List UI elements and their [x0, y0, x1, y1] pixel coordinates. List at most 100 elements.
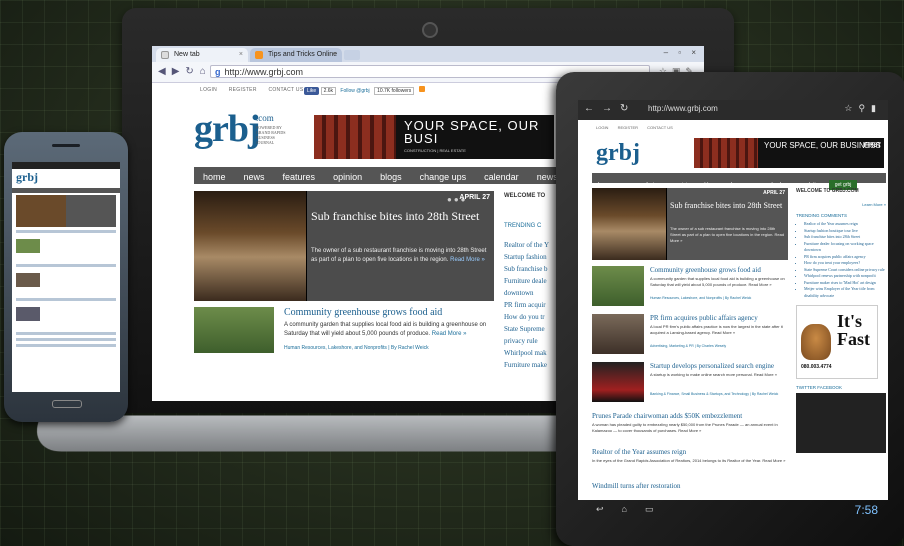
top-links: LOGIN REGISTER CONTACT US: [596, 125, 681, 130]
story-title[interactable]: PR firm acquires public affairs agency: [650, 314, 758, 322]
social-tabs[interactable]: TWITTER FACEBOOK: [796, 385, 886, 390]
story-tags[interactable]: Human Resources, Lakeshore, and Nonprofi…: [650, 296, 751, 300]
url-text[interactable]: http://www.grbj.com: [648, 104, 718, 113]
new-tab-button[interactable]: [344, 50, 360, 60]
phone-speaker: [52, 144, 80, 147]
trending-item[interactable]: Furniture dealer focusing on working spa…: [804, 241, 886, 254]
welcome-heading: WELCOME TO GRBJ.COM: [796, 188, 859, 194]
home-button[interactable]: [52, 400, 82, 408]
hero-title[interactable]: Sub franchise bites into 28th Street: [670, 201, 786, 210]
story-title[interactable]: Startup develops personalized search eng…: [650, 362, 774, 370]
nav-opinion[interactable]: opinion: [324, 169, 371, 186]
trending-item[interactable]: How do you tr: [504, 311, 564, 323]
contact-link[interactable]: CONTACT US: [268, 87, 303, 93]
trending-item[interactable]: Meijer wins Employer of the Year title f…: [804, 286, 886, 299]
thumb-image: [16, 273, 40, 287]
nav-buttons[interactable]: ◀▶↻⌂: [158, 66, 212, 77]
nav-home[interactable]: home: [194, 169, 235, 186]
hero-slider[interactable]: APRIL 27 Sub franchise bites into 28th S…: [592, 188, 788, 260]
close-icon[interactable]: ×: [333, 48, 337, 62]
nav-calendar[interactable]: calendar: [475, 169, 528, 186]
trending-item[interactable]: Furniture make: [504, 359, 564, 371]
tab-new-tab[interactable]: New tab ×: [156, 48, 248, 62]
window-controls[interactable]: – ▫ ×: [664, 48, 700, 57]
ad-brand: FIRST: [863, 143, 881, 149]
login-link[interactable]: LOGIN: [596, 125, 608, 130]
facebook-like-button[interactable]: Like: [304, 87, 320, 95]
trending-item[interactable]: State Supreme privacy rule: [504, 323, 564, 347]
text-line: [16, 344, 116, 347]
read-more-link[interactable]: Read More »: [432, 331, 467, 337]
trending-item[interactable]: PR firm acquir: [504, 299, 564, 311]
rss-icon[interactable]: [418, 86, 425, 92]
google-icon: g: [215, 67, 221, 77]
hero-title[interactable]: Sub franchise bites into 28th Street: [311, 209, 487, 223]
greenhouse-image[interactable]: [194, 307, 274, 353]
story-title[interactable]: Windmill turns after restoration: [592, 482, 788, 490]
trending-item[interactable]: Sub franchise b: [504, 263, 564, 275]
story-tags[interactable]: Human Resources, Lakeshore, and Nonprofi…: [284, 345, 429, 351]
nav-change-ups[interactable]: change ups: [411, 169, 476, 186]
phone-logo[interactable]: grbj: [12, 169, 120, 186]
contact-link[interactable]: CONTACT US: [647, 125, 673, 130]
trending-item[interactable]: Startup fashion: [504, 251, 564, 263]
nav-features[interactable]: features: [274, 169, 325, 186]
logo-tagline: POWERED BY GRAND RAPIDS BUSINESS JOURNAL: [256, 125, 286, 145]
ad-phone: 080.003.4774: [801, 364, 832, 370]
nav-news[interactable]: news: [235, 169, 274, 186]
story-card: PR firm acquires public affairs agency A…: [592, 314, 788, 358]
story-image[interactable]: [592, 362, 644, 402]
phone-nav[interactable]: [12, 188, 120, 193]
story-title[interactable]: Community greenhouse grows food aid: [650, 266, 761, 274]
register-link[interactable]: REGISTER: [229, 87, 257, 93]
trending-item[interactable]: Furniture deale downtown: [504, 275, 564, 299]
story-image[interactable]: [592, 314, 644, 354]
tab-label: Tips and Tricks Online: [268, 51, 337, 58]
site-logo[interactable]: grbj .com POWERED BY GRAND RAPIDS BUSINE…: [194, 107, 285, 151]
learn-more-link[interactable]: Learn More »: [796, 202, 886, 207]
status-bar: [12, 162, 120, 169]
main-nav: home news features opinion blogs change ups ca…: [592, 173, 886, 190]
story-tags[interactable]: Advertising, Marketing & PR | By Charles…: [650, 344, 726, 348]
register-link[interactable]: REGISTER: [618, 125, 638, 130]
story-image[interactable]: [592, 266, 644, 306]
follower-count: 10.7K followers: [374, 87, 415, 95]
hero-slider[interactable]: ●●● APRIL 27 Sub franchise bites into 28…: [194, 191, 494, 301]
webcam: [422, 22, 438, 38]
tablet-screen: ←→↻ http://www.grbj.com ☆⚲▮ LOGIN REGIST…: [578, 100, 888, 500]
trending-item[interactable]: Whirlpool mak: [504, 347, 564, 359]
tablet: ←→↻ http://www.grbj.com ☆⚲▮ LOGIN REGIST…: [556, 72, 904, 546]
twitter-feed[interactable]: [796, 393, 886, 453]
trending-item[interactable]: Realtor of the Y: [504, 239, 564, 251]
twitter-follow-button[interactable]: Follow @grbj: [340, 88, 369, 94]
tab-trending[interactable]: TRENDING: [504, 223, 535, 229]
trending-list: Realtor of the Y Startup fashion Sub fra…: [504, 239, 564, 371]
phone-hero[interactable]: [16, 195, 116, 227]
nav-blogs[interactable]: blogs: [371, 169, 411, 186]
nav-buttons[interactable]: ↩⌂▭: [596, 504, 671, 515]
page-icon: [161, 51, 169, 59]
story-title[interactable]: Realtor of the Year assumes reign: [592, 448, 788, 456]
url-text: http://www.grbj.com: [224, 67, 304, 77]
story-title[interactable]: Prunes Parade chairwoman adds $50K embez…: [592, 412, 788, 420]
close-icon[interactable]: ×: [239, 48, 243, 62]
site-logo[interactable]: grbj: [596, 140, 640, 167]
banner-ad[interactable]: YOUR SPACE, OUR BUSINESS FIRST: [694, 138, 884, 168]
read-more-link[interactable]: Read More »: [450, 257, 485, 263]
toolbar-icons[interactable]: ☆⚲▮: [844, 103, 882, 114]
hero-image: [194, 191, 306, 301]
trending-item[interactable]: Whirlpool renews partnership with nonpro…: [804, 273, 886, 280]
ad-subtext: CONSTRUCTION | REAL ESTATE: [404, 148, 466, 153]
nav-buttons[interactable]: ←→↻: [584, 103, 636, 114]
tab-tips-and-tricks[interactable]: Tips and Tricks Online ×: [250, 48, 342, 62]
side-ad[interactable]: It's Fast 080.003.4774: [796, 305, 878, 379]
story-title[interactable]: Community greenhouse grows food aid: [284, 307, 442, 318]
story-card: Startup develops personalized search eng…: [592, 362, 788, 406]
banner-ad[interactable]: YOUR SPACE, OUR BUSI CONSTRUCTION | REAL…: [314, 115, 554, 159]
story-tags[interactable]: Banking & Finance, Small Business & Star…: [650, 392, 778, 396]
sidebar-tabs[interactable]: TRENDING COMMENTS: [796, 213, 886, 218]
logo-text: grbj: [194, 108, 261, 150]
hero-date: APRIL 27: [763, 190, 785, 196]
login-link[interactable]: LOGIN: [200, 87, 217, 93]
tab-comments[interactable]: C: [537, 223, 541, 229]
